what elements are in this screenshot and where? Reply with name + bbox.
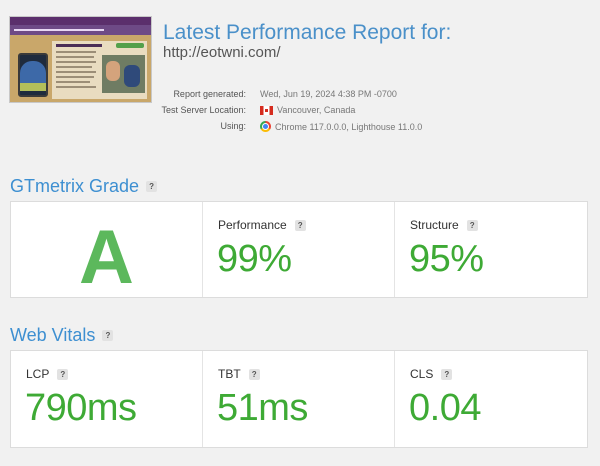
- website-screenshot-thumbnail: [9, 16, 152, 103]
- grade-cards: A Performance ? 99% Structure ? 95%: [10, 201, 588, 300]
- cls-label: CLS ?: [410, 367, 453, 381]
- performance-value: 99%: [217, 238, 292, 280]
- canada-flag-icon: [260, 105, 273, 115]
- section-title: GTmetrix Grade: [10, 176, 140, 196]
- meta-test-server-location: Test Server Location: Vancouver, Canada: [150, 105, 590, 119]
- structure-value: 95%: [409, 238, 484, 280]
- meta-value: Wed, Jun 19, 2024 4:38 PM -0700: [260, 89, 397, 99]
- meta-report-generated: Report generated: Wed, Jun 19, 2024 4:38…: [150, 89, 590, 103]
- meta-using: Using: Chrome 117.0.0.0, Lighthouse 11.0…: [150, 121, 590, 135]
- section-title: Web Vitals: [10, 325, 96, 345]
- meta-value: Vancouver, Canada: [260, 105, 355, 115]
- grade-letter: A: [79, 215, 134, 300]
- structure-label: Structure ?: [410, 218, 478, 232]
- tbt-label: TBT ?: [218, 367, 260, 381]
- gtmetrix-grade-heading: GTmetrix Grade ?: [10, 176, 158, 197]
- lcp-card: LCP ? 790ms: [11, 351, 203, 447]
- report-title: Latest Performance Report for:: [163, 21, 452, 44]
- cls-card: CLS ? 0.04: [395, 351, 587, 447]
- help-icon[interactable]: ?: [294, 219, 306, 231]
- meta-label: Report generated:: [173, 89, 246, 99]
- tbt-card: TBT ? 51ms: [203, 351, 395, 447]
- performance-card: Performance ? 99%: [203, 202, 395, 297]
- grade-card: A: [11, 202, 203, 300]
- chrome-icon: [260, 121, 271, 132]
- lcp-label-text: LCP: [26, 367, 50, 381]
- lcp-label: LCP ?: [26, 367, 69, 381]
- meta-label: Test Server Location:: [161, 105, 246, 115]
- structure-label-text: Structure: [410, 218, 459, 232]
- report-url[interactable]: http://eotwni.com/: [163, 44, 281, 61]
- structure-card: Structure ? 95%: [395, 202, 587, 297]
- web-vitals-cards: LCP ? 790ms TBT ? 51ms CLS ? 0.04: [10, 350, 588, 448]
- help-icon[interactable]: ?: [248, 368, 260, 380]
- help-icon[interactable]: ?: [57, 368, 69, 380]
- web-vitals-heading: Web Vitals ?: [10, 325, 114, 346]
- server-location: Vancouver, Canada: [277, 105, 356, 115]
- help-icon[interactable]: ?: [466, 219, 478, 231]
- lcp-value: 790ms: [25, 387, 137, 429]
- cls-label-text: CLS: [410, 367, 434, 381]
- browser-info: Chrome 117.0.0.0, Lighthouse 11.0.0: [275, 121, 423, 132]
- meta-label: Using:: [220, 121, 246, 131]
- help-icon[interactable]: ?: [146, 181, 158, 192]
- tbt-label-text: TBT: [218, 367, 241, 381]
- cls-value: 0.04: [409, 387, 481, 429]
- performance-label: Performance ?: [218, 218, 306, 232]
- tbt-value: 51ms: [217, 387, 308, 429]
- help-icon[interactable]: ?: [102, 330, 114, 341]
- meta-value: Chrome 117.0.0.0, Lighthouse 11.0.0: [260, 121, 422, 132]
- report-date: Wed, Jun 19, 2024 4:38 PM -0700: [260, 89, 397, 99]
- performance-label-text: Performance: [218, 218, 287, 232]
- help-icon[interactable]: ?: [441, 368, 453, 380]
